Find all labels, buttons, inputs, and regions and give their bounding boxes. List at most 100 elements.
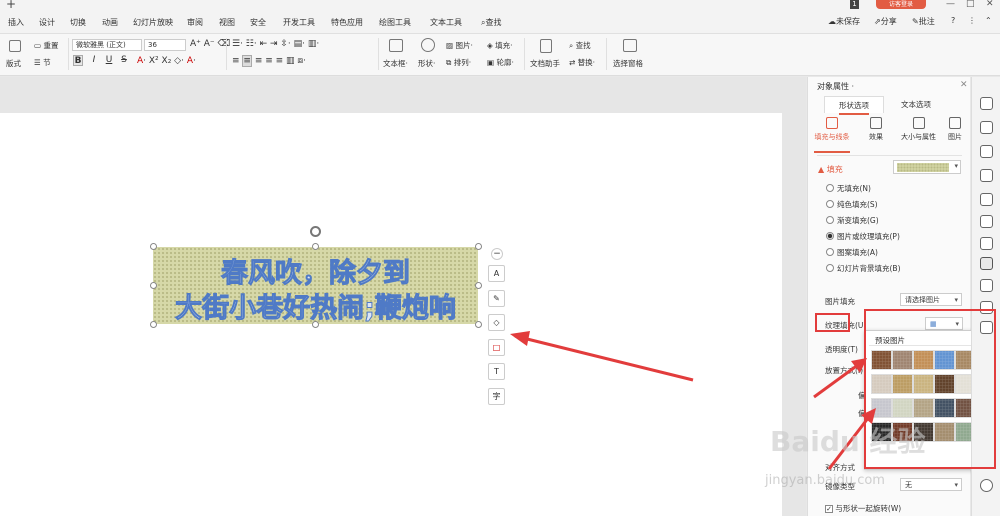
more-button[interactable]: ⋮	[968, 16, 976, 25]
font-size-select[interactable]: 36	[144, 39, 186, 51]
comment-button[interactable]: ✎批注	[912, 16, 935, 27]
tab-insert[interactable]: 插入	[8, 17, 24, 28]
radio-no-fill[interactable]: 无填充(N)	[826, 183, 871, 194]
replace-button[interactable]: ⇄ 替换·	[569, 57, 595, 68]
select-pane-button[interactable]: 选择窗格	[613, 58, 643, 69]
resize-handle[interactable]	[312, 243, 319, 250]
subtab-image[interactable]: 图片	[939, 117, 971, 142]
table-icon[interactable]	[980, 215, 993, 228]
help-button[interactable]: ?	[951, 16, 955, 25]
shape-button[interactable]: 形状·	[418, 58, 435, 69]
subtab-size[interactable]: 大小与属性	[896, 117, 941, 142]
rotate-handle[interactable]	[310, 226, 321, 237]
tab-view[interactable]: 视图	[219, 17, 235, 28]
font-color-buttons[interactable]: A· X² X₂ ◇· A·	[137, 56, 196, 66]
text-shape[interactable]: 春风吹，除夕到 大街小巷好热闹;鞭炮响	[153, 247, 478, 325]
resize-handle[interactable]	[475, 243, 482, 250]
fill-bucket-icon[interactable]: ◇	[488, 314, 505, 331]
maximize-button[interactable]: □	[966, 0, 975, 9]
radio-pattern-fill[interactable]: 图案填充(A)	[826, 247, 878, 258]
tab-slideshow[interactable]: 幻灯片放映	[133, 17, 173, 28]
mirror-select[interactable]: 无 ▾	[900, 478, 962, 491]
close-window-button[interactable]: ✕	[986, 0, 994, 9]
find-button[interactable]: ⌕ 查找	[569, 40, 591, 51]
chart-icon[interactable]	[980, 237, 993, 250]
close-icon[interactable]: ✕	[960, 80, 968, 90]
fill-preview-dropdown[interactable]: ▾	[893, 160, 961, 174]
tab-text-tools[interactable]: 文本工具	[430, 17, 462, 28]
collapse-toolbar-icon[interactable]: −	[491, 248, 503, 260]
picture-fill-select[interactable]: 请选择图片 ▾	[900, 293, 962, 306]
login-button[interactable]: 访客登录	[876, 0, 926, 9]
text-line-2[interactable]: 大街小巷好热闹;鞭炮响	[153, 286, 478, 325]
resize-handle[interactable]	[312, 321, 319, 328]
radio-gradient-fill[interactable]: 渐变填充(G)	[826, 215, 879, 226]
radio-solid-fill[interactable]: 纯色填充(S)	[826, 199, 878, 210]
tab-animation[interactable]: 动画	[102, 17, 118, 28]
share-button[interactable]: ⇗分享	[874, 16, 897, 27]
underline-button[interactable]: U	[104, 55, 114, 66]
radio-background-fill[interactable]: 幻灯片背景填充(B)	[826, 263, 901, 274]
font-size-buttons[interactable]: A⁺ A⁻ ⌫	[190, 39, 230, 49]
fill-button[interactable]: ◈ 填充·	[487, 40, 513, 51]
tab-dev-tools[interactable]: 开发工具	[283, 17, 315, 28]
properties-icon[interactable]	[980, 257, 993, 270]
tab-security[interactable]: 安全	[250, 17, 266, 28]
arrange-button[interactable]: ⧉ 排列·	[446, 57, 471, 68]
subtab-fill-line[interactable]: 填充与线条	[812, 117, 852, 153]
notification-badge[interactable]: 1	[850, 0, 859, 9]
doc-helper-icon[interactable]	[540, 39, 552, 53]
radio-picture-fill[interactable]: 图片或纹理填充(P)	[826, 231, 900, 242]
save-status[interactable]: ☁未保存	[828, 16, 860, 27]
tab-text-options[interactable]: 文本选项	[886, 96, 946, 113]
bucket-icon[interactable]	[980, 169, 993, 182]
settings-icon[interactable]	[980, 479, 993, 492]
pen-icon[interactable]: ✎	[488, 290, 505, 307]
layout-icon[interactable]	[9, 40, 21, 52]
export-icon[interactable]	[980, 279, 993, 292]
select-pane-icon[interactable]	[623, 39, 637, 52]
fill-section-header[interactable]: ▲ 填充	[818, 164, 843, 175]
tab-review[interactable]: 审阅	[187, 17, 203, 28]
character-icon[interactable]: 字	[488, 388, 505, 405]
rotate-with-shape-checkbox[interactable]: ✓ 与形状一起旋转(W)	[825, 503, 901, 514]
tab-special[interactable]: 特色应用	[331, 17, 363, 28]
reset-button[interactable]: ▭ 重置	[34, 40, 58, 51]
picture-button[interactable]: ▨ 图片·	[446, 40, 473, 51]
shapes-icon[interactable]	[980, 145, 993, 158]
text-style-icon[interactable]: A	[488, 265, 505, 282]
text-line-1[interactable]: 春风吹，除夕到	[153, 251, 478, 290]
subtab-effect[interactable]: 效果	[856, 117, 896, 142]
outline-square-icon[interactable]: □	[488, 339, 505, 356]
tab-shape-options[interactable]: 形状选项	[824, 96, 884, 115]
star-icon[interactable]	[980, 193, 993, 206]
search-menu[interactable]: ⌕查找	[481, 17, 501, 28]
font-name-select[interactable]: 微软雅黑 (正文)	[72, 39, 142, 51]
minimize-button[interactable]: —	[946, 0, 955, 9]
resize-handle[interactable]	[150, 282, 157, 289]
tab-design[interactable]: 设计	[39, 17, 55, 28]
outline-button[interactable]: ▣ 轮廓·	[487, 57, 514, 68]
strikethrough-button[interactable]: S	[119, 55, 129, 66]
copy-icon[interactable]	[980, 121, 993, 134]
shape-icon[interactable]	[421, 38, 435, 52]
bold-button[interactable]: B	[73, 55, 83, 66]
align-buttons[interactable]: ≡ ≡ ≡ ≡ ≡ ▥ ⧈·	[232, 55, 306, 67]
resize-handle[interactable]	[150, 321, 157, 328]
text-frame-icon[interactable]: T	[488, 363, 505, 380]
tab-transition[interactable]: 切换	[70, 17, 86, 28]
list-buttons[interactable]: ☰· ☷· ⇤ ⇥ ⇳· ▤· ▥·	[232, 39, 319, 49]
textbox-button[interactable]: 文本框·	[383, 58, 408, 69]
layout-button[interactable]: 版式	[6, 58, 21, 69]
resize-handle[interactable]	[150, 243, 157, 250]
resize-handle[interactable]	[475, 282, 482, 289]
collapse-ribbon-button[interactable]: ⌃	[985, 16, 992, 25]
pin-icon[interactable]	[980, 97, 993, 110]
textbox-icon[interactable]	[389, 39, 403, 52]
section-button[interactable]: ☰ 节	[34, 57, 51, 68]
resize-handle[interactable]	[475, 321, 482, 328]
panel-title[interactable]: 对象属性 ·	[817, 81, 854, 92]
doc-helper-button[interactable]: 文档助手	[530, 58, 560, 69]
italic-button[interactable]: I	[89, 55, 99, 66]
tab-drawing-tools[interactable]: 绘图工具	[379, 17, 411, 28]
